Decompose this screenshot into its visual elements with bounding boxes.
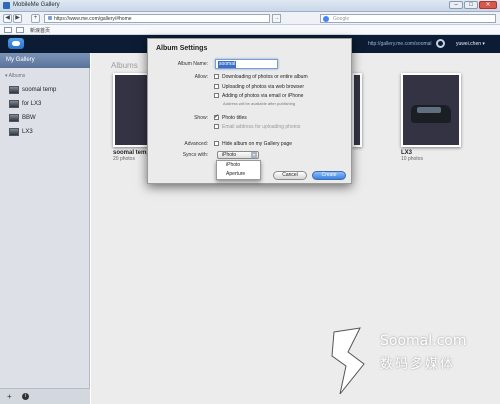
window-title: MobileMe Gallery (13, 2, 60, 8)
checkbox[interactable] (214, 124, 219, 129)
gear-icon[interactable] (436, 39, 445, 48)
syncs-with-value: iPhoto (222, 152, 237, 158)
checkbox[interactable] (214, 84, 219, 89)
chevron-down-icon: ▾ (251, 152, 257, 158)
address-text: https://www.me.com/gallery/#home (54, 16, 132, 22)
minimize-button[interactable]: – (449, 1, 463, 9)
gallery-url-link[interactable]: http://gallery.me.com/soomal (368, 41, 432, 47)
syncs-with-menu: iPhoto Aperture (216, 160, 261, 180)
checkbox-label: Photo titles (222, 115, 247, 121)
sidebar-item-label: soomal temp (22, 87, 57, 93)
sidebar-item-label: BBW (22, 115, 36, 121)
allow-email-checkbox[interactable]: Adding of photos via email or iPhone (214, 93, 303, 99)
sidebar-item-album[interactable]: soomal temp (0, 83, 90, 97)
create-button[interactable]: Create (312, 171, 346, 180)
sidebar-footer: + i (0, 388, 90, 404)
search-placeholder: Google (333, 16, 350, 22)
sidebar-item-my-gallery[interactable]: My Gallery (0, 53, 90, 68)
soomal-logo-icon (331, 327, 365, 395)
show-email-checkbox[interactable]: Email address for uploading photos (214, 124, 300, 130)
advanced-label: Advanced: (184, 141, 208, 147)
checkbox-label: Downloading of photos or entire album (222, 74, 308, 80)
close-button[interactable]: ✕ (479, 1, 497, 9)
checkbox-label: Adding of photos via email or iPhone (222, 93, 304, 99)
album-cover[interactable] (401, 73, 461, 147)
checkbox[interactable] (214, 74, 219, 79)
album-name-input[interactable]: soomal (215, 59, 278, 69)
album-card-partial[interactable] (352, 73, 362, 147)
cancel-button[interactable]: Cancel (273, 171, 307, 180)
favorites-bar: 新浪首页 (0, 25, 500, 35)
user-menu[interactable]: yuwei.chen ▾ (456, 41, 485, 47)
favorite-link[interactable]: 新浪首页 (30, 27, 50, 34)
checkbox[interactable] (214, 93, 219, 98)
google-icon (323, 16, 329, 22)
albums-section-header[interactable]: ▾ Albums (0, 71, 90, 81)
car-window (417, 107, 441, 113)
sidebar-item-label: for LX3 (22, 101, 42, 107)
allow-download-checkbox[interactable]: Downloading of photos or entire album (214, 74, 308, 80)
dialog-title: Album Settings (156, 45, 208, 52)
sidebar-item-album[interactable]: for LX3 (0, 97, 90, 111)
app-icon (3, 2, 10, 9)
album-name-label: Album Name: (177, 61, 208, 67)
show-titles-checkbox[interactable]: Photo titles (214, 113, 247, 121)
window-titlebar: MobileMe Gallery – □ ✕ (0, 0, 500, 12)
checkbox-label: Uploading of photos via web browser (222, 84, 304, 90)
album-settings-dialog: Album Settings Album Name: soomal Allow:… (147, 38, 352, 184)
page-title: Albums (111, 61, 138, 70)
sidebar-item-album[interactable]: LX3 (0, 125, 90, 139)
album-thumbnail (9, 100, 19, 108)
info-button[interactable]: i (22, 393, 29, 400)
sidebar: My Gallery ▾ Albums soomal temp for LX3 … (0, 53, 90, 404)
back-button[interactable]: ◀ (3, 14, 12, 23)
browser-navbar: ◀ ▶ + https://www.me.com/gallery/#home →… (0, 12, 500, 25)
go-button[interactable]: → (272, 14, 281, 23)
lock-icon (48, 16, 52, 20)
favorites-icon[interactable] (4, 27, 12, 33)
album-count: 10 photos (401, 156, 423, 162)
allow-label: Allow: (194, 74, 208, 80)
hide-album-checkbox[interactable]: Hide album on my Gallery page (214, 141, 292, 147)
album-name-value: soomal (218, 61, 237, 68)
address-bar[interactable]: https://www.me.com/gallery/#home (44, 14, 270, 23)
mobileme-cloud-icon[interactable] (8, 38, 24, 49)
maximize-button[interactable]: □ (464, 1, 478, 9)
checkbox-label: Email address for uploading photos (222, 124, 301, 130)
window-controls: – □ ✕ (449, 1, 497, 9)
checkbox[interactable] (214, 113, 219, 120)
album-card[interactable]: LX3 10 photos (401, 73, 461, 162)
album-cover[interactable] (352, 73, 362, 147)
album-thumbnail (9, 128, 19, 136)
search-input[interactable]: Google (320, 14, 496, 23)
watermark-line1: Soomal.com (380, 333, 467, 349)
soomal-watermark: Soomal.com 数码多媒体 (330, 326, 500, 404)
show-label: Show: (194, 115, 208, 121)
checkbox-label: Hide album on my Gallery page (222, 141, 293, 147)
checkbox[interactable] (214, 141, 219, 146)
sidebar-item-label: LX3 (22, 129, 33, 135)
menu-item-iphoto[interactable]: iPhoto (217, 161, 260, 170)
syncs-with-select[interactable]: iPhoto ▾ (217, 151, 259, 159)
forward-button[interactable]: ▶ (13, 14, 22, 23)
allow-note: Address will be available after publishi… (223, 101, 296, 106)
new-tab-button[interactable]: + (31, 14, 40, 23)
feeds-icon[interactable] (16, 27, 24, 33)
album-thumbnail (9, 86, 19, 94)
album-thumbnail (9, 114, 19, 122)
watermark-line2: 数码多媒体 (380, 356, 456, 371)
allow-upload-checkbox[interactable]: Uploading of photos via web browser (214, 84, 304, 90)
syncs-with-label: Syncs with: (182, 152, 208, 158)
add-album-button[interactable]: + (7, 392, 12, 401)
menu-item-aperture[interactable]: Aperture (217, 170, 260, 179)
sidebar-item-album[interactable]: BBW (0, 111, 90, 125)
